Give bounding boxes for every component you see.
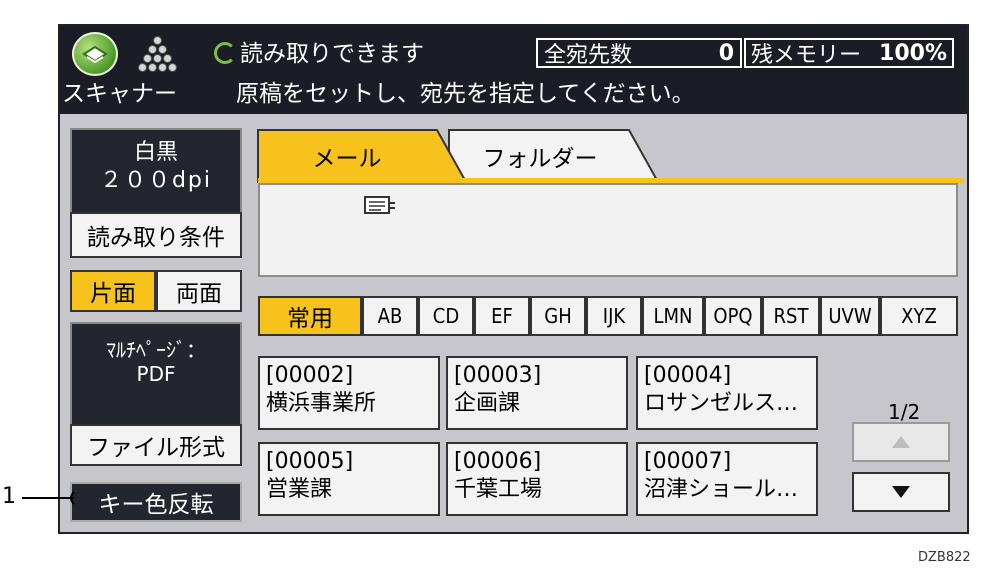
destination-name: 千葉工場 [454,477,543,502]
callout-hook-icon [70,491,75,505]
index-tab-ijk[interactable]: IJK [586,296,642,336]
status-header: スキャナー 読み取りできます 原稿をセットし、宛先を指定してください。 全宛先数… [60,26,967,114]
invert-key-color-button[interactable]: キー色反転 [70,482,242,522]
destination-button[interactable]: [00002] 横浜事業所 [258,356,440,430]
file-type-value: PDF [136,362,176,386]
destination-id: [00006] [454,449,542,474]
page-down-button[interactable] [852,472,950,512]
destination-id: [00004] [644,363,732,388]
destination-name: 沼津ショール… [644,477,799,502]
destination-button[interactable]: [00003] 企画課 [446,356,628,430]
file-format-button[interactable]: ファイル形式 [70,424,242,466]
triangle-down-icon [892,486,910,498]
duplex-button[interactable]: 両面 [156,270,242,312]
destination-button[interactable]: [00006] 千葉工場 [446,442,628,516]
destination-id: [00007] [644,449,732,474]
index-tab-opq[interactable]: OPQ [704,296,762,336]
index-tab-cd[interactable]: CD [418,296,474,336]
index-tab-xyz[interactable]: XYZ [880,296,958,336]
memory-label: 残メモリー [751,43,862,68]
figure-code: DZB822 [918,550,971,565]
instruction-text: 原稿をセットし、宛先を指定してください。 [236,81,695,107]
destination-name: 企画課 [454,391,521,416]
memory-remaining: 残メモリー 100% [744,38,954,68]
page-indicator: 1/2 [888,400,921,424]
memory-value: 100% [879,40,947,66]
index-tab-ef[interactable]: EF [474,296,530,336]
file-type-label: ﾏﾙﾁﾍﾟｰｼﾞ： [106,338,206,362]
index-tab-ab[interactable]: AB [362,296,418,336]
destination-count: 全宛先数 0 [536,38,742,68]
destination-id: [00003] [454,363,542,388]
index-tab-lmn[interactable]: LMN [642,296,704,336]
ready-indicator-icon [214,42,236,64]
scan-settings-summary: 白黒 ２００dpi [70,128,242,218]
resolution: ２００dpi [99,168,213,193]
destination-button[interactable]: [00007] 沼津ショール… [636,442,818,516]
mail-envelope-icon [364,196,395,214]
destination-name: 横浜事業所 [266,391,377,416]
index-tab-gh[interactable]: GH [530,296,586,336]
status-text: 読み取りできます [240,41,424,67]
file-type-summary: ﾏﾙﾁﾍﾟｰｼﾞ： PDF [70,322,242,426]
index-tab-rst[interactable]: RST [762,296,820,336]
destination-count-label: 全宛先数 [544,43,633,68]
app-name: スキャナー [62,81,177,107]
tab-mail[interactable]: メール [258,130,436,182]
destination-button[interactable]: [00005] 営業課 [258,442,440,516]
index-tab-uvw[interactable]: UVW [820,296,880,336]
destination-id: [00002] [266,363,354,388]
scan-settings-button[interactable]: 読み取り条件 [70,212,242,258]
destination-button[interactable]: [00004] ロサンゼルス… [636,356,818,430]
index-tab-frequent[interactable]: 常用 [258,296,362,336]
callout-number: 1 [2,484,16,509]
tab-folder[interactable]: フォルダー [450,130,630,182]
selected-destinations-area [258,183,958,277]
destination-name: 営業課 [266,477,333,502]
scanner-panel: スキャナー 読み取りできます 原稿をセットし、宛先を指定してください。 全宛先数… [58,24,969,534]
destination-id: [00005] [266,449,354,474]
destination-name: ロサンゼルス… [644,391,799,416]
scanner-icon [72,32,118,76]
page-up-button[interactable] [852,422,950,462]
destination-count-value: 0 [718,40,734,66]
multi-job-icon [138,36,178,76]
triangle-up-icon [892,436,910,448]
simplex-button[interactable]: 片面 [70,270,156,312]
